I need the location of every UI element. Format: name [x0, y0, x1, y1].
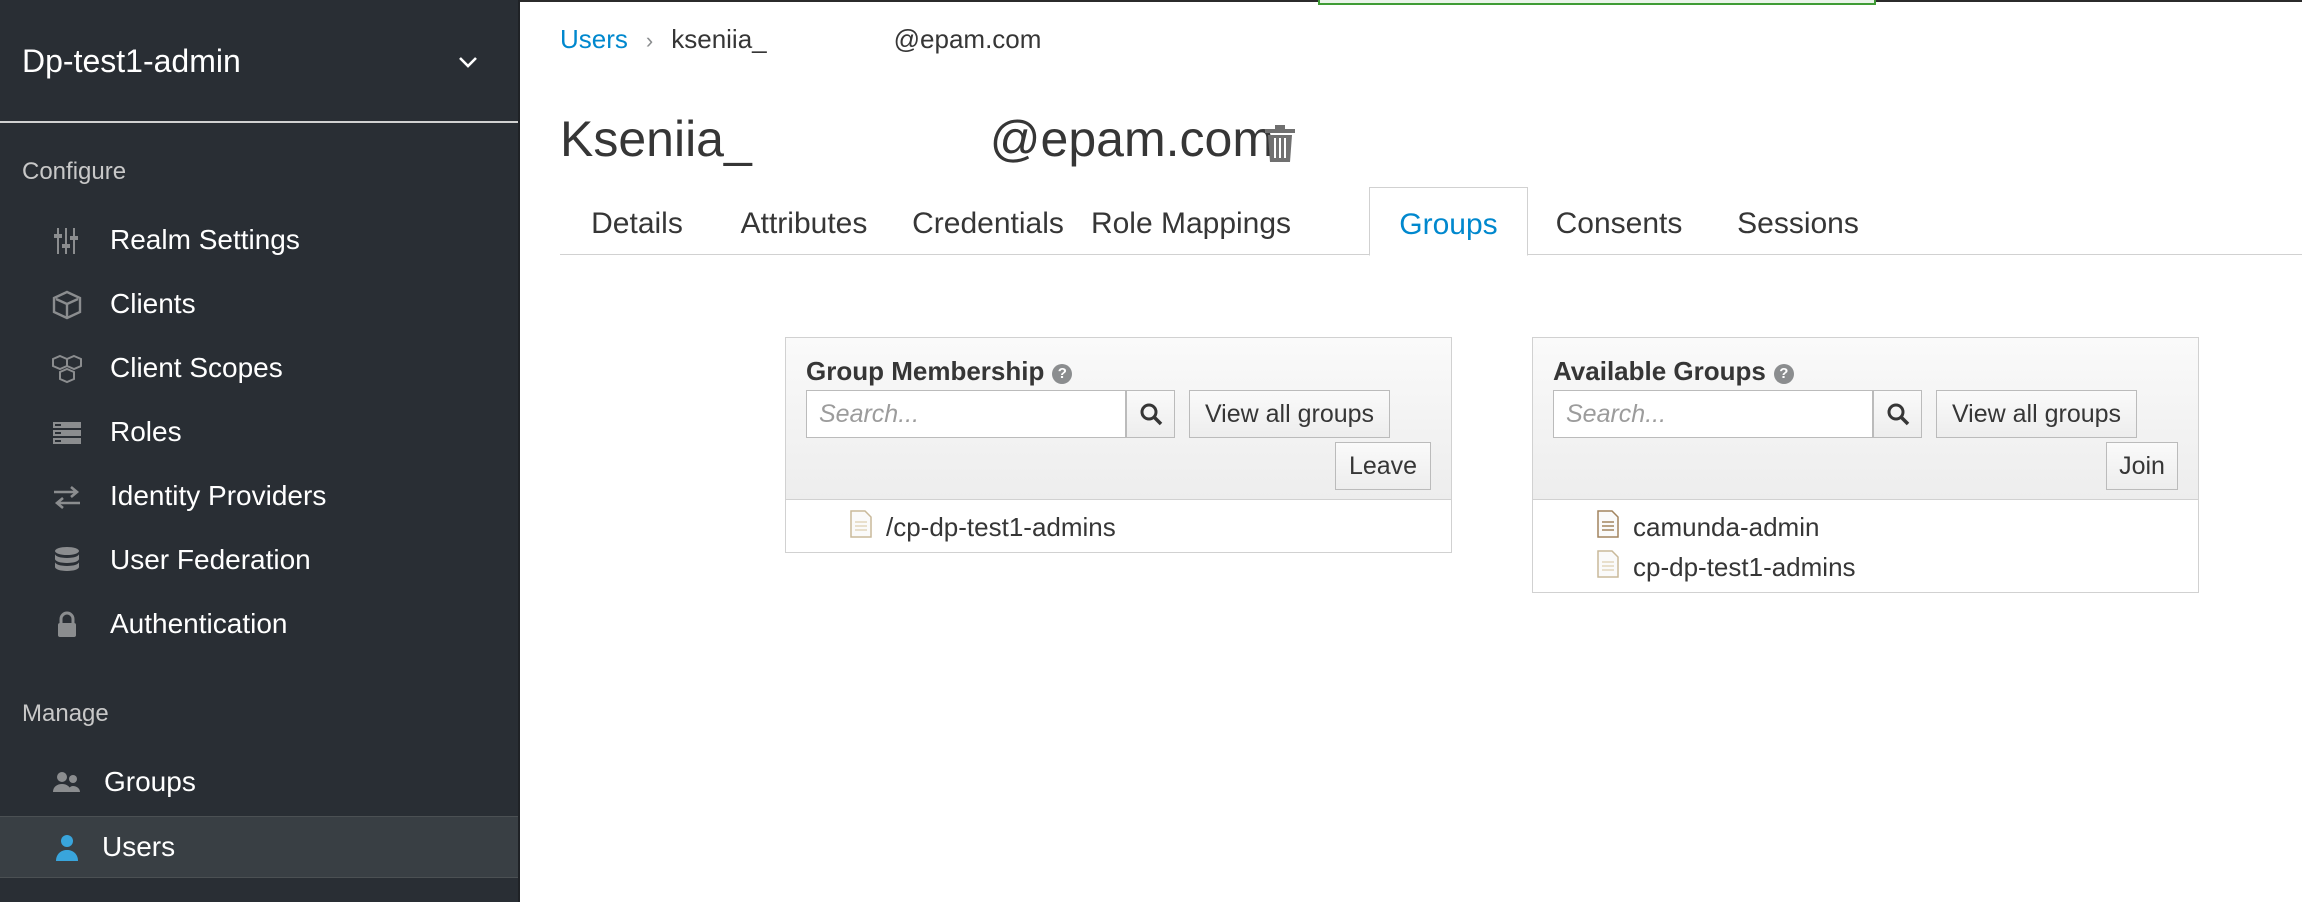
lock-icon: [52, 610, 82, 640]
tab-credentials[interactable]: Credentials: [894, 187, 1082, 255]
tree-item-label: camunda-admin: [1633, 512, 1820, 542]
sidebar-divider: [518, 0, 520, 902]
available-groups-panel: Available Groups? View all groups Join c…: [1532, 337, 2199, 593]
sidebar-item-identity-providers[interactable]: Identity Providers: [0, 466, 518, 528]
sidebar-item-authentication[interactable]: Authentication: [0, 594, 518, 656]
tree-item-label: /cp-dp-test1-admins: [886, 512, 1116, 542]
sidebar-item-label: Clients: [110, 288, 196, 319]
panel-title-text: Group Membership: [806, 356, 1045, 386]
page-title-second: @epam.com: [989, 111, 1274, 167]
breadcrumb-separator-icon: ›: [645, 28, 654, 53]
sidebar-item-label: Groups: [104, 766, 196, 797]
exchange-icon: [52, 482, 82, 512]
membership-tree: /cp-dp-test1-admins: [786, 500, 1451, 552]
tab-consents[interactable]: Consents: [1528, 187, 1710, 255]
database-icon: [52, 546, 82, 576]
sidebar-item-label: Identity Providers: [110, 480, 327, 511]
available-search-input[interactable]: [1553, 390, 1873, 438]
sliders-icon: [52, 226, 82, 256]
breadcrumb-current-start: kseniia_: [671, 24, 767, 54]
cubes-icon: [52, 354, 82, 384]
available-view-all-groups-button[interactable]: View all groups: [1936, 390, 2137, 438]
list-icon: [52, 418, 82, 448]
user-icon: [52, 833, 82, 863]
list-item[interactable]: cp-dp-test1-admins: [1533, 546, 2198, 586]
search-icon: [1140, 403, 1163, 426]
file-icon: [1597, 510, 1619, 538]
list-item[interactable]: /cp-dp-test1-admins: [786, 506, 1451, 546]
sidebar-item-label: User Federation: [110, 544, 311, 575]
notification-bar: [1318, 0, 1876, 5]
configure-section-label: Configure: [22, 158, 127, 185]
sidebar-item-users[interactable]: Users: [0, 816, 518, 878]
membership-view-all-groups-button[interactable]: View all groups: [1189, 390, 1390, 438]
help-icon[interactable]: ?: [1773, 364, 1794, 384]
file-icon: [1597, 550, 1619, 578]
tab-details[interactable]: Details: [560, 187, 714, 255]
users-icon: [52, 768, 82, 798]
tab-groups[interactable]: Groups: [1369, 187, 1528, 256]
tab-attributes[interactable]: Attributes: [714, 187, 894, 255]
trash-icon[interactable]: [1264, 123, 1296, 163]
tab-bar: Details Attributes Credentials Role Mapp…: [560, 187, 2302, 256]
panel-title: Available Groups?: [1553, 356, 1794, 387]
page-title-first: Kseniia_: [560, 111, 752, 167]
tab-sessions[interactable]: Sessions: [1710, 187, 1886, 255]
available-search-button[interactable]: [1873, 390, 1922, 438]
panel-header: Group Membership? View all groups Leave: [786, 338, 1451, 500]
breadcrumb-current-end: @epam.com: [893, 24, 1042, 54]
sidebar-item-roles[interactable]: Roles: [0, 402, 518, 464]
realm-name: Dp-test1-admin: [22, 43, 241, 79]
membership-search-button[interactable]: [1126, 390, 1175, 438]
sidebar-item-label: Realm Settings: [110, 224, 300, 255]
manage-section-label: Manage: [22, 700, 109, 727]
panel-title: Group Membership?: [806, 356, 1073, 387]
sidebar-item-client-scopes[interactable]: Client Scopes: [0, 338, 518, 400]
panel-header: Available Groups? View all groups Join: [1533, 338, 2198, 500]
sidebar-item-user-federation[interactable]: User Federation: [0, 530, 518, 592]
breadcrumb-users-link[interactable]: Users: [560, 24, 628, 54]
leave-button[interactable]: Leave: [1335, 442, 1431, 490]
realm-selector[interactable]: Dp-test1-admin: [0, 0, 518, 123]
sidebar: Dp-test1-admin Configure Realm Settings …: [0, 0, 518, 902]
join-button[interactable]: Join: [2106, 442, 2178, 490]
membership-search-input[interactable]: [806, 390, 1126, 438]
cube-icon: [52, 290, 82, 320]
sidebar-item-label: Users: [102, 831, 176, 862]
group-membership-panel: Group Membership? View all groups Leave …: [785, 337, 1452, 553]
search-icon: [1887, 403, 1910, 426]
panel-title-text: Available Groups: [1553, 356, 1766, 386]
available-tree: camunda-admin cp-dp-test1-admins: [1533, 500, 2198, 592]
list-item[interactable]: camunda-admin: [1533, 506, 2198, 546]
sidebar-item-realm-settings[interactable]: Realm Settings: [0, 210, 518, 272]
page-title: Kseniia_ @epam.com: [560, 110, 1274, 168]
help-icon[interactable]: ?: [1052, 364, 1073, 384]
breadcrumb: Users › kseniia_ @epam.com: [560, 24, 1041, 55]
file-icon: [850, 510, 872, 538]
chevron-down-icon: [456, 50, 480, 74]
tree-item-label: cp-dp-test1-admins: [1633, 552, 1856, 582]
sidebar-item-label: Roles: [110, 416, 182, 447]
sidebar-item-groups[interactable]: Groups: [0, 752, 518, 814]
tab-role-mappings[interactable]: Role Mappings: [1082, 187, 1300, 255]
sidebar-item-label: Client Scopes: [110, 352, 283, 383]
sidebar-item-clients[interactable]: Clients: [0, 274, 518, 336]
sidebar-item-label: Authentication: [110, 608, 288, 639]
